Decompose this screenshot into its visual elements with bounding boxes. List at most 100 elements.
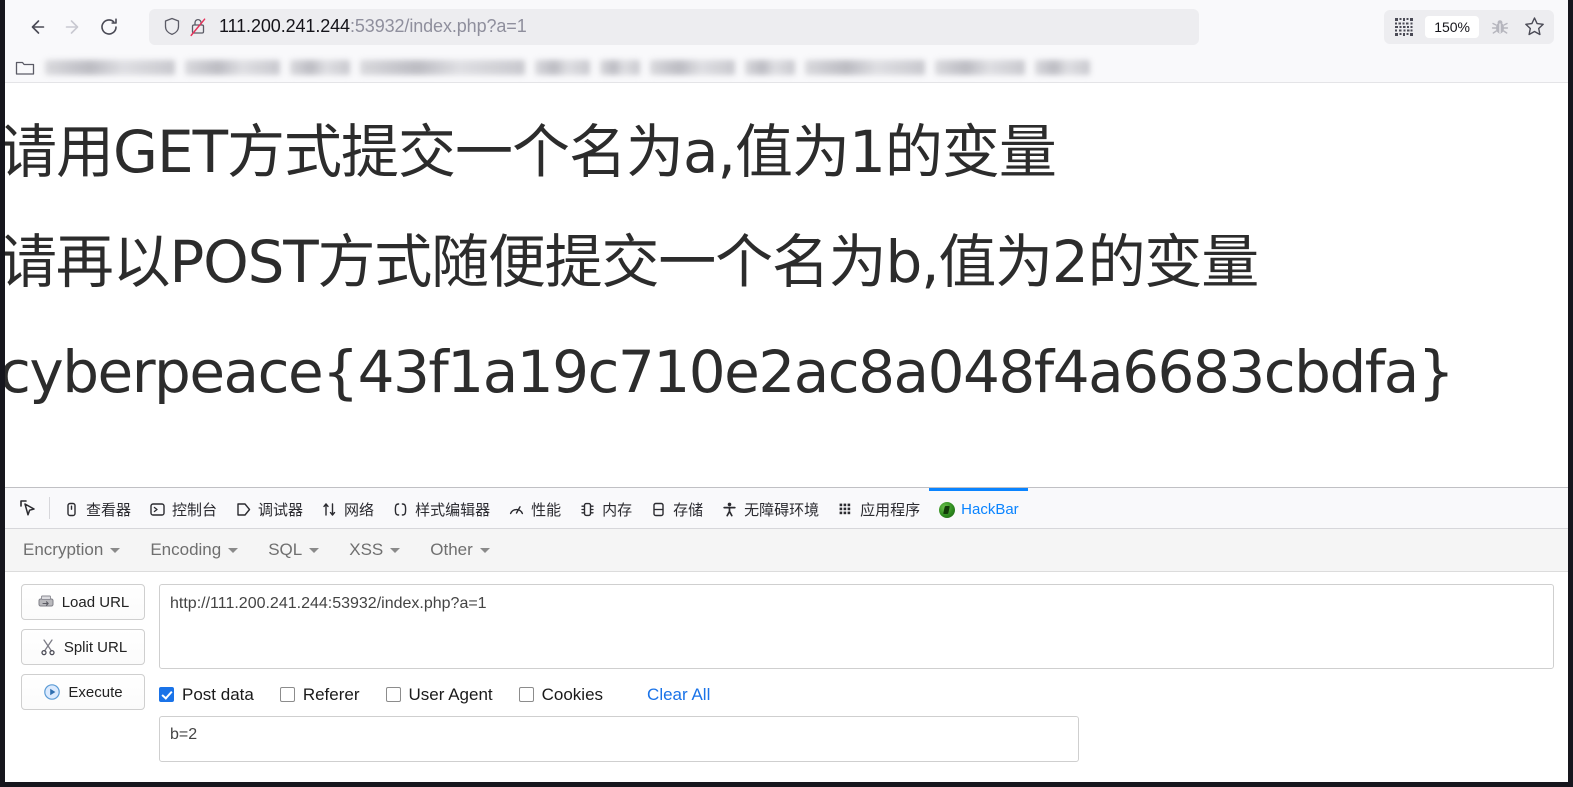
hackbar-body: Load URL Split URL Execute http://111.20… [5, 572, 1568, 762]
devtools-tab-label: 查看器 [86, 502, 132, 519]
hackbar-icon [938, 501, 955, 518]
url-host: 111.200.241.244 [219, 16, 350, 36]
devtools-tab-label: 存储 [673, 502, 704, 519]
devtools-tab-label: 样式编辑器 [415, 502, 491, 519]
hackbar-menu-label: Encoding [150, 540, 222, 559]
bookmark-item[interactable] [360, 60, 525, 75]
bookmark-item[interactable] [185, 60, 280, 75]
scissors-icon [39, 638, 57, 656]
chevron-down-icon [479, 547, 490, 553]
lock-crossed-icon[interactable] [185, 14, 211, 40]
devtools-tab-accessibility-icon[interactable]: 无障碍环境 [712, 488, 828, 528]
bookmark-item[interactable] [1035, 60, 1090, 75]
console-icon [149, 501, 166, 518]
forward-button[interactable] [55, 9, 91, 45]
bookmark-item[interactable] [45, 60, 175, 75]
devtools-tab-network-icon[interactable]: 网络 [312, 488, 383, 528]
hackbar-menu-encryption[interactable]: Encryption [23, 540, 121, 560]
split-url-label: Split URL [63, 638, 128, 656]
devtools-tab-label: HackBar [961, 501, 1019, 518]
devtools-tab-memory-icon[interactable]: 内存 [570, 488, 641, 528]
back-button[interactable] [19, 9, 55, 45]
hackbar-menu-xss[interactable]: XSS [349, 540, 401, 560]
devtools-tab-performance-icon[interactable]: 性能 [499, 488, 570, 528]
bookmark-item[interactable] [650, 60, 735, 75]
devtools-tab-debugger-icon[interactable]: 调试器 [226, 488, 312, 528]
clear-all-link[interactable]: Clear All [647, 685, 710, 705]
page-content: 请用GET方式提交一个名为a,值为1的变量 请再以POST方式随便提交一个名为b… [5, 83, 1568, 487]
devtools-tab-label: 网络 [344, 502, 375, 519]
hackbar-postdata-input[interactable] [159, 716, 1079, 762]
devtools-tab-label: 应用程序 [860, 502, 921, 519]
devtools-tab-label: 调试器 [258, 502, 304, 519]
hackbar-menu-label: SQL [268, 540, 303, 559]
browser-nav-bar: 111.200.241.244:53932/index.php?a=1 150% [5, 0, 1568, 53]
address-bar-actions: 150% [1384, 9, 1554, 44]
checkbox-icon[interactable] [518, 687, 534, 703]
hackbar-url-input[interactable] [159, 584, 1554, 669]
checkbox-icon[interactable] [279, 687, 295, 703]
zoom-level-badge[interactable]: 150% [1425, 15, 1479, 38]
hackbar-option-label: Cookies [541, 684, 604, 704]
instruction-line-2: 请再以POST方式随便提交一个名为b,值为2的变量 [5, 228, 1259, 296]
bookmark-item[interactable] [535, 60, 590, 75]
devtools-tabs: 查看器 控制台 调试器 网络 样式编辑器 性能 内存 存储 无障碍环境 应用程序 HackBar [54, 488, 1028, 528]
bookmark-item[interactable] [290, 60, 350, 75]
load-url-icon [37, 593, 55, 611]
hackbar-option-user-agent[interactable]: User Agent [385, 684, 493, 705]
browser-window: 111.200.241.244:53932/index.php?a=1 150% [0, 0, 1573, 787]
checkbox-icon[interactable] [385, 687, 401, 703]
arrow-right-icon [62, 16, 84, 38]
bookmark-item[interactable] [935, 60, 1025, 75]
hackbar-option-label: User Agent [408, 684, 493, 704]
load-url-button[interactable]: Load URL [21, 584, 145, 620]
devtools-tab-bar: 查看器 控制台 调试器 网络 样式编辑器 性能 内存 存储 无障碍环境 应用程序 HackBar [5, 488, 1568, 529]
checkbox-icon[interactable] [159, 687, 174, 703]
hackbar-menu-label: Other [430, 540, 473, 559]
devtools-tab-style-editor-icon[interactable]: 样式编辑器 [383, 488, 499, 528]
shield-icon[interactable] [159, 14, 185, 40]
qr-code-icon[interactable] [1388, 12, 1420, 42]
execute-label: Execute [68, 683, 123, 701]
hackbar-option-cookies[interactable]: Cookies [518, 684, 604, 705]
hackbar-option-referer[interactable]: Referer [279, 685, 360, 705]
reload-button[interactable] [91, 9, 127, 45]
flag-text: cyberpeace{43f1a19c710e2ac8a048f4a6683cb… [5, 338, 1455, 406]
arrow-left-icon [26, 16, 48, 38]
devtools-tab-label: 无障碍环境 [744, 502, 820, 519]
devtools-tab-storage-icon[interactable]: 存储 [641, 488, 712, 528]
devtools-tab-console-icon[interactable]: 控制台 [140, 488, 226, 528]
devtools-panel: 查看器 控制台 调试器 网络 样式编辑器 性能 内存 存储 无障碍环境 应用程序 HackBar E… [5, 487, 1568, 762]
bookmark-item[interactable] [805, 60, 925, 75]
memory-icon [579, 501, 596, 518]
toolbar-divider [49, 497, 50, 519]
hackbar-option-post-data[interactable]: Post data [159, 685, 254, 705]
bookmark-item[interactable] [745, 60, 795, 75]
instruction-line-1: 请用GET方式提交一个名为a,值为1的变量 [5, 118, 1057, 186]
star-icon[interactable] [1518, 12, 1550, 42]
play-icon [43, 683, 61, 701]
element-picker-icon[interactable] [11, 488, 45, 528]
accessibility-icon [721, 501, 738, 518]
hackbar-menu-sql[interactable]: SQL [268, 540, 320, 560]
window-bottom-edge [5, 782, 1568, 787]
hackbar-menu-items: Encryption Encoding SQL XSS Other [23, 540, 490, 560]
devtools-tab-hackbar-icon[interactable]: HackBar [929, 488, 1028, 528]
devtools-tab-application-icon[interactable]: 应用程序 [828, 488, 929, 528]
execute-button[interactable]: Execute [21, 674, 145, 710]
hackbar-menu-other[interactable]: Other [430, 540, 490, 560]
folder-icon[interactable] [15, 59, 35, 77]
bookmark-items [45, 60, 1090, 75]
hackbar-options-row: Post data Referer User Agent Cookies Clear … [159, 675, 1568, 714]
hackbar-menu-encoding[interactable]: Encoding [150, 540, 239, 560]
storage-icon [650, 501, 667, 518]
bug-icon[interactable] [1484, 12, 1516, 42]
devtools-tab-label: 控制台 [172, 502, 218, 519]
address-bar[interactable]: 111.200.241.244:53932/index.php?a=1 [149, 8, 1199, 45]
address-bar-text: 111.200.241.244:53932/index.php?a=1 [219, 16, 527, 37]
bookmark-item[interactable] [600, 60, 640, 75]
devtools-tab-inspector-icon[interactable]: 查看器 [54, 488, 140, 528]
hackbar-option-label: Post data [182, 684, 254, 704]
hackbar-menu-label: Encryption [23, 540, 104, 559]
split-url-button[interactable]: Split URL [21, 629, 145, 665]
